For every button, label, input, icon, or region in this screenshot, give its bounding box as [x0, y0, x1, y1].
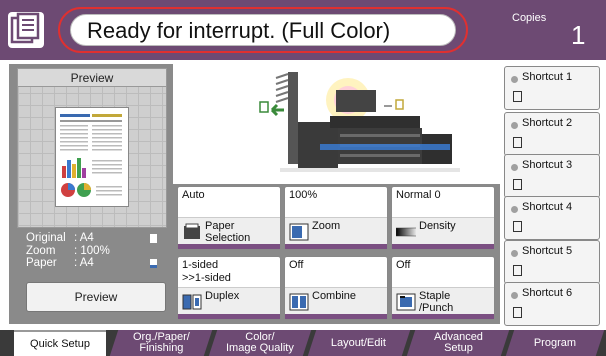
shortcut-indicator-icon — [511, 206, 518, 213]
shortcut-indicator-icon — [511, 164, 518, 171]
paper-orientation-icon — [150, 259, 157, 268]
shortcut-indicator-icon — [511, 76, 518, 83]
combine-icon — [289, 292, 309, 312]
tab-advanced-setup[interactable]: Advanced Setup — [406, 330, 510, 356]
shortcut-6-button[interactable]: Shortcut 6 — [504, 282, 600, 326]
preview-title: Preview — [18, 69, 166, 87]
info-row-paper: Paper : A4 — [26, 257, 166, 270]
shortcut-4-button[interactable]: Shortcut 4 — [504, 196, 600, 240]
tab-quick-setup[interactable]: Quick Setup — [14, 330, 106, 356]
preview-page-thumbnail — [55, 107, 129, 207]
tab-layout-edit[interactable]: Layout/Edit — [307, 330, 411, 356]
staple-punch-tile[interactable]: Off Staple /Punch — [391, 256, 495, 320]
status-highlight-ring: Ready for interrupt. (Full Color) — [58, 7, 468, 53]
shortcut-2-button[interactable]: Shortcut 2 — [504, 112, 600, 156]
shortcut-1-button[interactable]: Shortcut 1 — [504, 66, 600, 110]
original-orientation-icon — [150, 234, 157, 243]
density-icon — [396, 222, 416, 242]
zoom-icon — [289, 222, 309, 242]
shortcut-indicator-icon — [511, 122, 518, 129]
shortcut-5-button[interactable]: Shortcut 5 — [504, 240, 600, 284]
shortcut-doc-icon — [513, 91, 522, 102]
zoom-tile[interactable]: 100% Zoom — [284, 186, 388, 250]
paper-tray-icon — [182, 222, 202, 242]
copies-label: Copies — [512, 12, 547, 24]
tab-color-image-quality[interactable]: Color/ Image Quality — [208, 330, 312, 356]
shortcut-doc-icon — [513, 221, 522, 232]
shortcut-doc-icon — [513, 137, 522, 148]
original-info: Original : A4 Zoom : 100% Paper : A4 — [26, 232, 166, 270]
duplex-tile[interactable]: 1-sided >>1-sided Duplex — [177, 256, 281, 320]
tab-program[interactable]: Program — [505, 330, 605, 356]
preview-area: Preview — [17, 68, 167, 228]
status-message-box: Ready for interrupt. (Full Color) — [70, 14, 456, 46]
shortcut-3-button[interactable]: Shortcut 3 — [504, 154, 600, 198]
info-row-original: Original : A4 — [26, 232, 166, 245]
shortcut-indicator-icon — [511, 250, 518, 257]
duplex-icon — [182, 292, 202, 312]
density-tile[interactable]: Normal 0 Density — [391, 186, 495, 250]
staple-icon — [396, 292, 416, 312]
info-row-zoom: Zoom : 100% — [26, 244, 110, 257]
shortcut-indicator-icon — [511, 292, 518, 299]
combine-tile[interactable]: Off Combine — [284, 256, 388, 320]
copy-function-icon[interactable] — [8, 12, 44, 48]
machine-illustration — [180, 64, 500, 186]
status-message: Ready for interrupt. (Full Color) — [87, 18, 391, 43]
copies-count[interactable]: 1 — [571, 20, 585, 51]
shortcut-doc-icon — [513, 179, 522, 190]
shortcut-doc-icon — [513, 307, 522, 318]
paper-selection-tile[interactable]: Auto Paper Selection — [177, 186, 281, 250]
preview-button[interactable]: Preview — [26, 282, 166, 312]
tab-org-paper-finishing[interactable]: Org./Paper/ Finishing — [109, 330, 213, 356]
shortcut-doc-icon — [513, 265, 522, 276]
